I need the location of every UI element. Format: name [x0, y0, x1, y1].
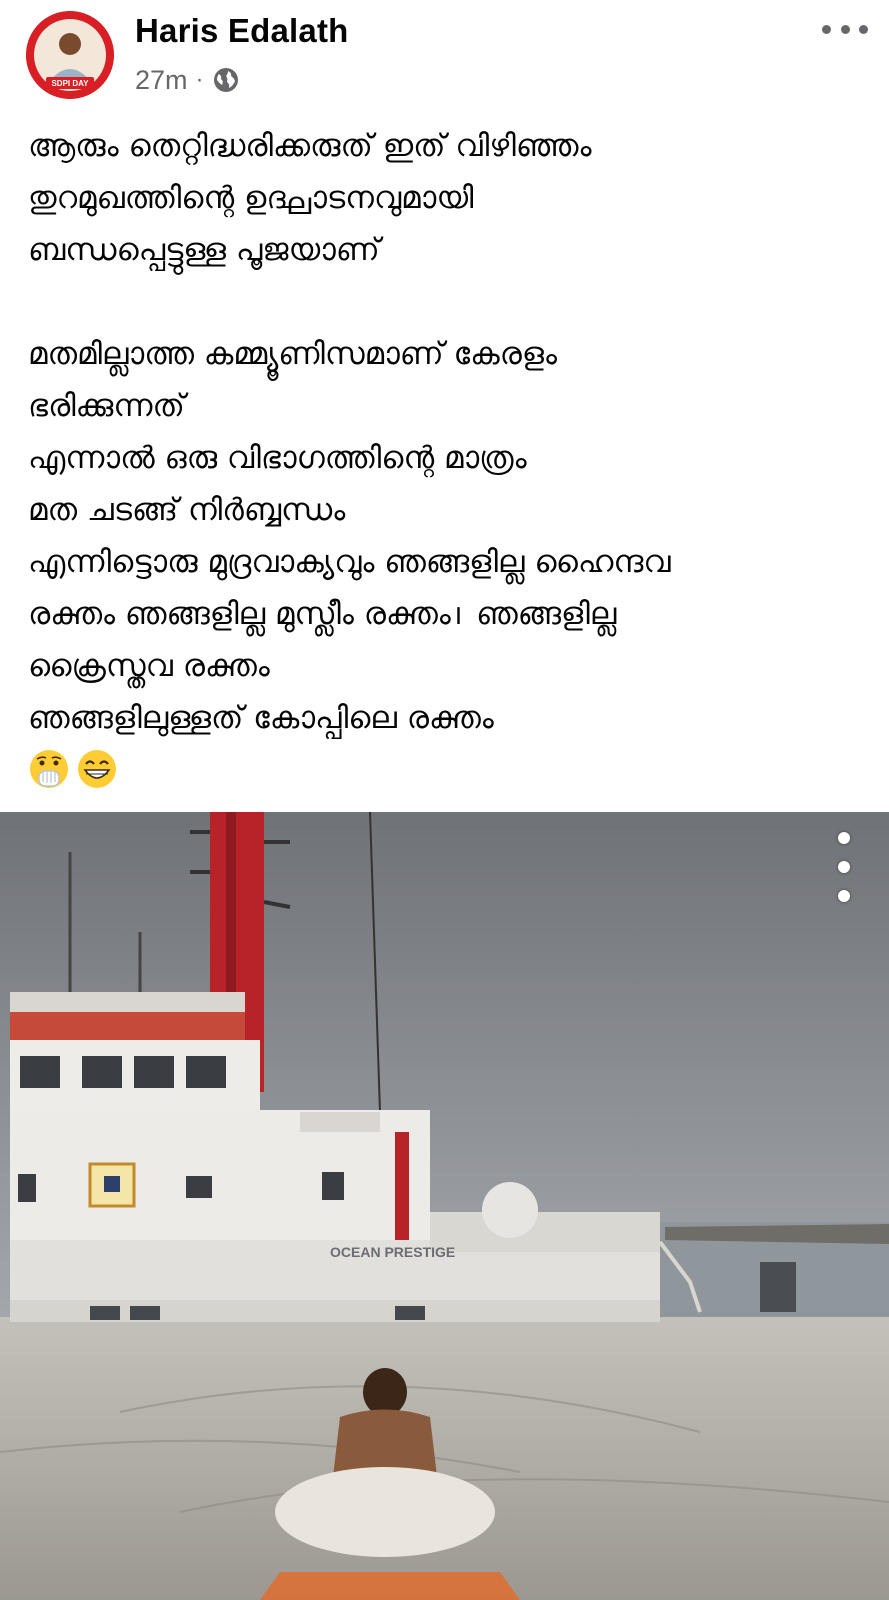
avatar-badge-text: SDPI DAY: [51, 79, 89, 88]
post-text-line: ക്രൈസ്തവ രക്തം: [28, 648, 270, 684]
author-name[interactable]: Haris Edalath: [135, 12, 349, 50]
post-meta: 27m ·: [135, 62, 240, 98]
dot: [822, 24, 831, 34]
post-text-line: ബന്ധപ്പെട്ടുള്ള പൂജയാണ്: [28, 232, 380, 268]
post-text-line: മത ചടങ്ങ് നിർബ്ബന്ധം: [28, 492, 346, 528]
more-vertical-icon[interactable]: [826, 832, 862, 902]
post-text-line: മതമില്ലാത്ത കമ്മ്യൂണിസമാണ് കേരളം: [28, 336, 558, 372]
post-text-line: രക്തം ഞങ്ങളില്ല മുസ്ലീം രക്തം। ഞങ്ങളില്ല: [28, 596, 617, 632]
dot: [838, 890, 850, 902]
post-text-line: [28, 276, 878, 328]
post-text-line: ഭരിക്കുന്നത്: [28, 388, 185, 424]
ship-name-text: OCEAN PRESTIGE: [330, 1244, 455, 1260]
emoji-row: [28, 748, 118, 794]
post-photo[interactable]: OCEAN PRESTIGE: [0, 812, 889, 1600]
post-text-line: ആരും തെറ്റിദ്ധരിക്കരുത് ഇത് വിഴിഞ്ഞം: [28, 128, 592, 164]
meta-separator: ·: [195, 66, 204, 93]
post-text: ആരും തെറ്റിദ്ധരിക്കരുത് ഇത് വിഴിഞ്ഞം തുറ…: [28, 120, 878, 744]
dot: [838, 861, 850, 873]
dot: [840, 24, 850, 34]
dot: [859, 24, 868, 34]
author-avatar[interactable]: SDPI DAY: [26, 11, 114, 99]
post-text-line: എന്നാൽ ഒരു വിഭാഗത്തിന്റെ മാത്രം: [28, 440, 527, 476]
post-time[interactable]: 27m: [135, 65, 188, 96]
post-text-line: എന്നിട്ടൊരു മുദ്രവാക്യവും ഞങ്ങളില്ല ഹൈന്…: [28, 544, 671, 580]
globe-icon[interactable]: [212, 66, 240, 94]
face-with-hand-over-mouth-icon: [30, 750, 68, 788]
post-text-line: തുറമുഖത്തിന്റെ ഉദ്ഘാടനവുമായി: [28, 180, 474, 216]
grinning-face-icon: [78, 750, 116, 788]
post-text-line: ഞങ്ങളിലുള്ളത് കോപ്പിലെ രക്തം: [28, 700, 494, 736]
dot: [838, 832, 850, 844]
ship-photo-image: OCEAN PRESTIGE: [0, 812, 889, 1600]
more-horizontal-icon[interactable]: [818, 12, 872, 46]
profile-photo-icon: SDPI DAY: [26, 11, 114, 99]
post-header: SDPI DAY Haris Edalath 27m ·: [0, 0, 889, 110]
